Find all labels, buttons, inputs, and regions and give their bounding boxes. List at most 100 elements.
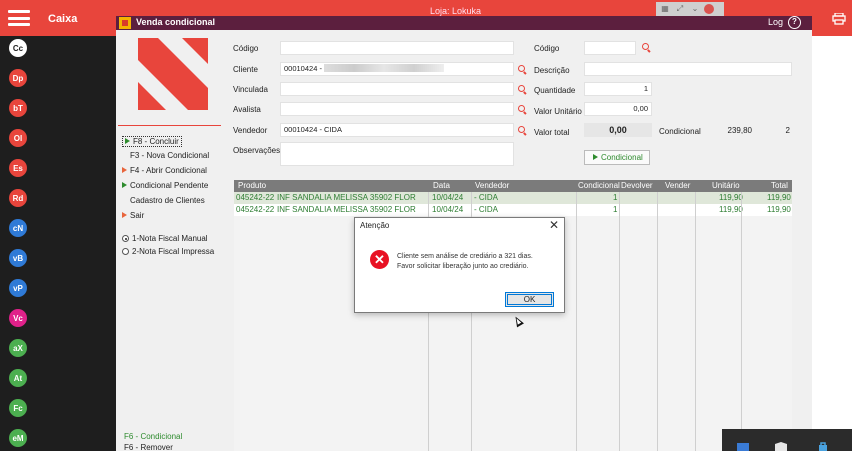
valor-total-value: 0,00 — [584, 123, 652, 137]
cell-total: 119,90 — [767, 193, 791, 202]
hamburger-menu-icon[interactable] — [8, 10, 30, 26]
search-icon[interactable] — [518, 105, 527, 114]
col-total[interactable]: Total — [771, 181, 788, 190]
descricao-field[interactable] — [584, 62, 792, 76]
cell-produto: INF SANDALIA MELISSA 35902 FLOR — [277, 193, 416, 202]
radio-unchecked-icon — [122, 248, 129, 255]
codigo-field[interactable] — [280, 41, 514, 55]
shortcut-badge-es[interactable]: Es — [9, 159, 27, 177]
condicional-label: Condicional — [659, 127, 701, 136]
ok-button[interactable]: OK — [505, 292, 554, 307]
window-title-bar: Venda condicional Log ? — [116, 16, 812, 30]
shortcut-badge-bt[interactable]: bT — [9, 99, 27, 117]
lock-icon[interactable] — [816, 442, 830, 451]
radio-nf-impressa-label: 2-Nota Fiscal Impressa — [132, 247, 215, 256]
shortcut-badge-rd[interactable]: Rd — [9, 189, 27, 207]
grid-divider — [619, 192, 620, 451]
observacoes-label: Observações — [233, 146, 281, 155]
menu-nova-condicional[interactable]: F3 - Nova Condicional — [122, 151, 209, 160]
condicional-value: 239,80 — [727, 126, 752, 135]
vendedor-field[interactable]: 00010424 - CIDA — [280, 123, 514, 137]
cliente-value: 00010424 - — [284, 64, 322, 73]
col-data[interactable]: Data — [433, 181, 450, 190]
window-app-icon — [119, 17, 131, 29]
menu-cadastro-clientes[interactable]: Cadastro de Clientes — [122, 196, 205, 205]
codigo-produto-label: Código — [534, 44, 560, 53]
col-produto[interactable]: Produto — [238, 181, 266, 190]
menu-abrir-label: F4 - Abrir Condicional — [130, 166, 207, 175]
shortcut-badge-dp[interactable]: Dp — [9, 69, 27, 87]
shortcut-badge-ax[interactable]: aX — [9, 339, 27, 357]
cell-unitario: 119,90 — [719, 205, 743, 214]
col-condicional[interactable]: Condicional — [578, 181, 620, 190]
col-vendedor[interactable]: Vendedor — [475, 181, 509, 190]
cliente-field[interactable]: 00010424 - — [280, 62, 514, 76]
menu-concluir[interactable]: F8 - Concluir — [122, 136, 182, 147]
cell-codigo: 045242-22 — [236, 193, 275, 202]
radio-nf-manual-label: 1-Nota Fiscal Manual — [132, 234, 208, 243]
shortcut-badge-ol[interactable]: Ol — [9, 129, 27, 147]
search-icon[interactable] — [518, 126, 527, 135]
radio-nf-impressa[interactable]: 2-Nota Fiscal Impressa — [122, 247, 214, 256]
col-unitario[interactable]: Unitário — [712, 181, 740, 190]
monitor-icon[interactable] — [736, 442, 750, 451]
shortcut-badge-fc[interactable]: Fc — [9, 399, 27, 417]
menu-condicional-pendente[interactable]: Condicional Pendente — [122, 181, 208, 190]
record-icon[interactable] — [704, 4, 714, 14]
shield-icon[interactable] — [774, 442, 788, 451]
app-title: Caixa — [48, 13, 78, 25]
shortcut-badge-cc[interactable]: Cc — [9, 39, 27, 57]
col-vender[interactable]: Vender — [665, 181, 690, 190]
menu-abrir-condicional[interactable]: F4 - Abrir Condicional — [122, 166, 207, 175]
table-row[interactable]: 045242-22 INF SANDALIA MELISSA 35902 FLO… — [234, 192, 792, 204]
footer-f6-remover: F6 - Remover — [124, 443, 173, 451]
table-row[interactable]: 045242-22 INF SANDALIA MELISSA 35902 FLO… — [234, 204, 792, 216]
radio-nf-manual[interactable]: 1-Nota Fiscal Manual — [122, 234, 208, 243]
footer-f6-condicional: F6 - Condicional — [124, 432, 183, 441]
quantidade-label: Quantidade — [534, 86, 576, 95]
quantidade-field[interactable]: 1 — [584, 82, 652, 96]
avalista-field[interactable] — [280, 102, 514, 116]
vinculada-field[interactable] — [280, 82, 514, 96]
shortcut-badge-vb[interactable]: vB — [9, 249, 27, 267]
error-icon: ✕ — [370, 250, 389, 269]
cell-data: 10/04/24 — [432, 205, 464, 214]
menu-sair-label: Sair — [130, 211, 145, 220]
play-icon — [122, 152, 127, 158]
help-icon[interactable]: ? — [788, 16, 801, 29]
shortcut-badge-vc[interactable]: Vc — [9, 309, 27, 327]
play-icon — [122, 167, 127, 173]
valor-total-label: Valor total — [534, 128, 570, 137]
shortcut-badge-vp[interactable]: vP — [9, 279, 27, 297]
vendedor-label: Vendedor — [233, 126, 268, 135]
valor-unitario-field[interactable]: 0,00 — [584, 102, 652, 116]
shortcut-badge-cn[interactable]: cN — [9, 219, 27, 237]
observacoes-field[interactable] — [280, 142, 514, 166]
shortcut-badge-em[interactable]: eM — [9, 429, 27, 447]
codigo-label: Código — [233, 44, 259, 53]
menu-sair[interactable]: Sair — [122, 211, 144, 220]
col-devolver[interactable]: Devolver — [621, 181, 653, 190]
grid-icon[interactable]: ▦ — [659, 4, 671, 14]
radio-checked-icon — [122, 235, 129, 242]
search-icon[interactable] — [642, 43, 651, 52]
grid-header: Produto Data Vendedor Condicional Devolv… — [234, 180, 792, 192]
alert-dialog: Atenção ✕ ✕ Cliente sem análise de credi… — [354, 217, 565, 313]
printer-icon[interactable] — [832, 13, 846, 25]
shortcut-badge-at[interactable]: At — [9, 369, 27, 387]
chevron-down-icon[interactable]: ⌄ — [689, 4, 701, 14]
cell-produto: INF SANDALIA MELISSA 35902 FLOR — [277, 205, 416, 214]
close-icon[interactable]: ✕ — [549, 218, 559, 232]
log-link[interactable]: Log — [768, 17, 783, 27]
codigo-produto-field[interactable] — [584, 41, 636, 55]
menu-nova-label: F3 - Nova Condicional — [130, 151, 210, 160]
search-icon[interactable] — [518, 65, 527, 74]
store-label: Loja: Lokuka — [430, 6, 482, 16]
search-icon[interactable] — [518, 85, 527, 94]
condicional-button[interactable]: Condicional — [584, 150, 650, 165]
menu-pendente-label: Condicional Pendente — [130, 181, 209, 190]
expand-icon[interactable]: ⤢ — [674, 4, 686, 14]
dialog-title: Atenção — [360, 221, 390, 230]
play-icon — [122, 197, 127, 203]
play-icon — [122, 212, 127, 218]
